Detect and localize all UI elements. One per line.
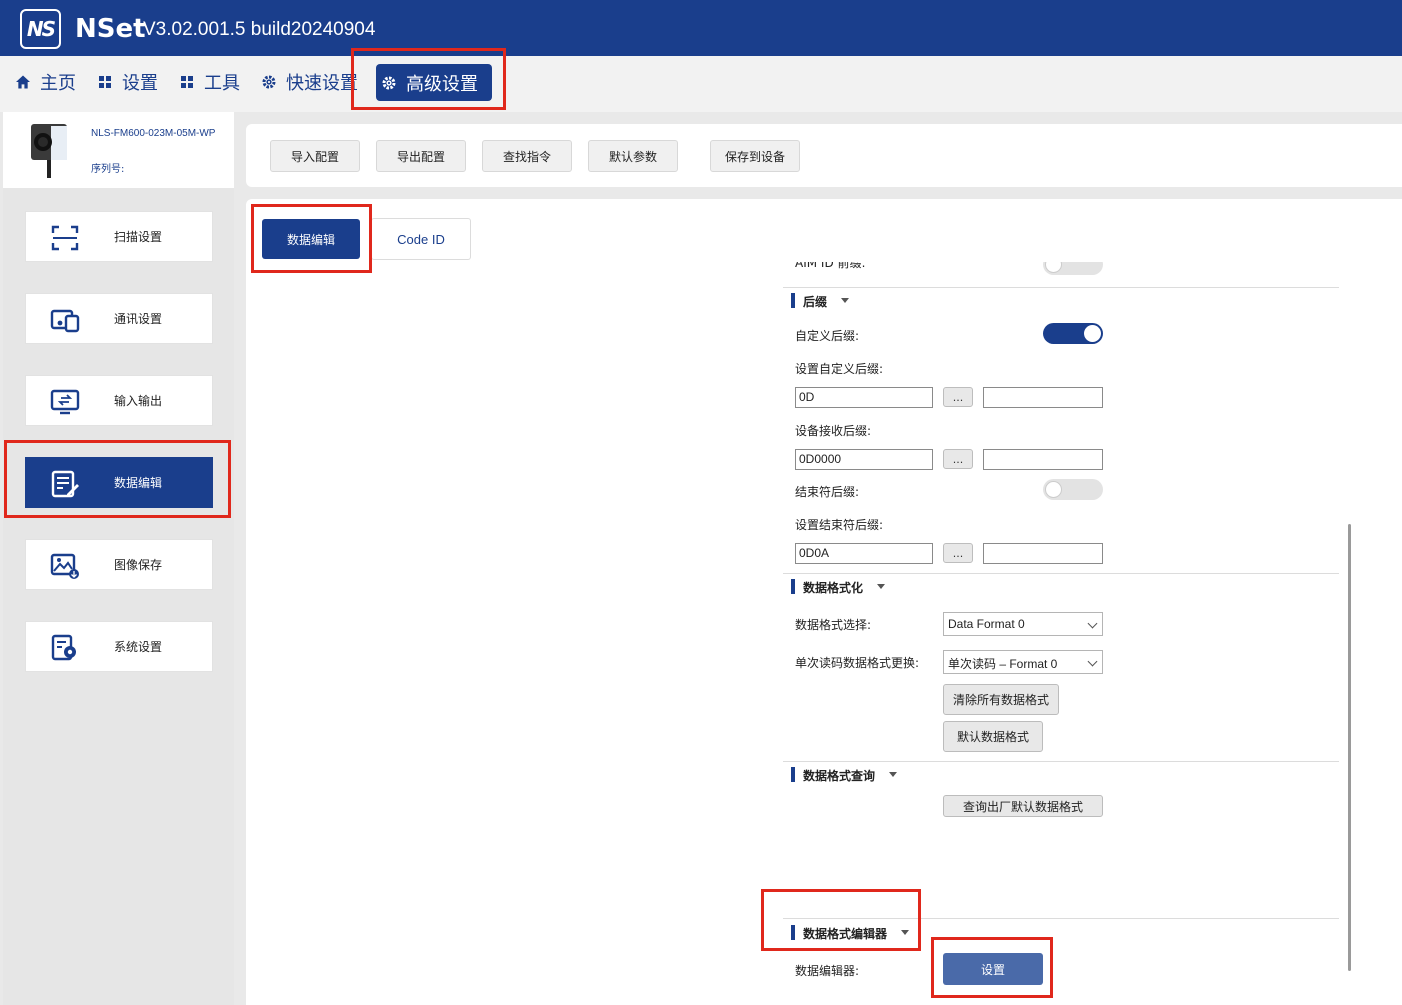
sidebar-item-label: 系统设置 <box>114 640 163 654</box>
editor-set-button[interactable]: 设置 <box>943 953 1043 985</box>
document-edit-icon <box>51 470 79 498</box>
menu-item-home[interactable]: 主页 <box>16 56 76 108</box>
menu-item-tools[interactable]: 工具 <box>180 56 240 108</box>
system-settings-icon <box>51 634 76 661</box>
sidebar-item-label: 输入输出 <box>114 394 163 408</box>
terminator-suffix-toggle[interactable] <box>1043 479 1103 500</box>
sidebar-item-label: 数据编辑 <box>114 476 163 490</box>
single-read-format-select[interactable]: 单次读码 – Format 0 <box>943 650 1103 674</box>
terminator-suffix-label: 结束符后缀: <box>795 485 860 499</box>
format-editor-section-title[interactable]: 数据格式编辑器 <box>803 925 887 942</box>
sidebar-item-label: 通讯设置 <box>114 312 163 326</box>
content-scrollbar[interactable] <box>1348 524 1351 971</box>
caret-down-icon[interactable] <box>889 772 897 777</box>
data-format-select-label: 数据格式选择: <box>795 618 872 632</box>
gear-icon <box>262 75 276 89</box>
section-divider <box>783 287 1339 288</box>
tab-data-edit[interactable]: 数据编辑 <box>262 219 360 259</box>
image-save-icon <box>50 553 79 579</box>
sidebar-item-communication-settings[interactable]: 通讯设置 <box>25 293 213 344</box>
suffix-section-title[interactable]: 后缀 <box>803 293 827 310</box>
import-config-button[interactable]: 导入配置 <box>270 140 360 172</box>
save-to-device-button[interactable]: 保存到设备 <box>710 140 800 172</box>
app-version: V3.02.001.5 build20240904 <box>143 19 376 40</box>
scan-frame-icon <box>51 225 79 251</box>
sidebar-item-system-settings[interactable]: 系统设置 <box>25 621 213 672</box>
data-editor-label: 数据编辑器: <box>795 964 860 978</box>
device-serial-label: 序列号: <box>91 164 125 175</box>
menu-item-settings[interactable]: 设置 <box>98 56 158 108</box>
title-bar: NS NSet V3.02.001.5 build20240904 <box>0 0 1402 56</box>
device-model: NLS-FM600-023M-05M-WP <box>91 128 216 139</box>
custom-suffix-text-field[interactable] <box>983 387 1103 408</box>
set-terminator-suffix-label: 设置结束符后缀: <box>795 518 884 532</box>
terminator-suffix-input[interactable]: 0D0A <box>795 543 933 564</box>
custom-suffix-toggle[interactable] <box>1043 323 1103 344</box>
device-recv-suffix-browse-button[interactable]: ... <box>943 449 973 469</box>
find-command-button[interactable]: 查找指令 <box>482 140 572 172</box>
data-format-section-title[interactable]: 数据格式化 <box>803 579 863 596</box>
gear-icon <box>382 76 396 90</box>
device-recv-suffix-input[interactable]: 0D0000 <box>795 449 933 470</box>
custom-suffix-label: 自定义后缀: <box>795 329 860 343</box>
data-format-select[interactable]: Data Format 0 <box>943 612 1103 636</box>
grid-icon <box>180 75 194 89</box>
device-info: NLS-FM600-023M-05M-WP 序列号: <box>3 112 234 188</box>
single-read-format-value: 单次读码 – Format 0 <box>948 657 1058 671</box>
section-marker <box>791 293 795 308</box>
menu-item-advanced-settings[interactable]: 高级设置 <box>376 64 492 101</box>
section-divider <box>783 573 1339 574</box>
set-custom-suffix-label: 设置自定义后缀: <box>795 362 884 376</box>
section-marker <box>791 925 795 940</box>
menu-label-settings: 设置 <box>122 73 158 94</box>
device-recv-suffix-label: 设备接收后缀: <box>795 424 872 438</box>
terminator-suffix-browse-button[interactable]: ... <box>943 543 973 563</box>
aim-id-prefix-toggle-partial[interactable] <box>1043 262 1103 275</box>
sidebar-item-scan-settings[interactable]: 扫描设置 <box>25 211 213 262</box>
menu-bar: 主页 设置 工具 快速设置 高级设置 <box>0 56 1402 112</box>
custom-suffix-browse-button[interactable]: ... <box>943 387 973 407</box>
communication-icon <box>50 309 80 333</box>
aim-id-prefix-label-partial: AIM ID 前缀: <box>795 262 866 270</box>
chevron-down-icon <box>1087 656 1098 667</box>
config-toolbar: 导入配置 导出配置 查找指令 默认参数 保存到设备 <box>246 124 1402 187</box>
sidebar-item-data-edit[interactable]: 数据编辑 <box>25 457 213 508</box>
sidebar-item-input-output[interactable]: 输入输出 <box>25 375 213 426</box>
menu-item-quick-settings[interactable]: 快速设置 <box>262 56 358 108</box>
terminator-suffix-text-field[interactable] <box>983 543 1103 564</box>
section-divider <box>783 918 1339 919</box>
clear-all-formats-button[interactable]: 清除所有数据格式 <box>943 684 1059 715</box>
caret-down-icon[interactable] <box>841 298 849 303</box>
monitor-io-icon <box>50 389 80 415</box>
caret-down-icon[interactable] <box>877 584 885 589</box>
default-params-button[interactable]: 默认参数 <box>588 140 678 172</box>
section-marker <box>791 579 795 594</box>
export-config-button[interactable]: 导出配置 <box>376 140 466 172</box>
caret-down-icon[interactable] <box>901 930 909 935</box>
custom-suffix-input[interactable]: 0D <box>795 387 933 408</box>
menu-label-quick-settings: 快速设置 <box>286 73 358 94</box>
default-format-button[interactable]: 默认数据格式 <box>943 721 1043 752</box>
camera-device-icon <box>31 124 67 178</box>
section-marker <box>791 767 795 782</box>
chevron-down-icon <box>1087 618 1098 629</box>
grid-icon <box>98 75 112 89</box>
home-icon <box>16 75 30 89</box>
section-divider <box>783 761 1339 762</box>
sidebar-item-image-save[interactable]: 图像保存 <box>25 539 213 590</box>
data-format-select-value: Data Format 0 <box>948 617 1025 631</box>
device-recv-suffix-text-field[interactable] <box>983 449 1103 470</box>
menu-label-home: 主页 <box>40 73 76 94</box>
format-query-section-title[interactable]: 数据格式查询 <box>803 767 875 784</box>
menu-label-advanced-settings: 高级设置 <box>406 73 478 95</box>
content-panel <box>246 199 1402 1005</box>
query-factory-format-button[interactable]: 查询出厂默认数据格式 <box>943 795 1103 817</box>
app-name: NSet <box>75 14 146 44</box>
sidebar-item-label: 扫描设置 <box>114 230 163 244</box>
tab-code-id[interactable]: Code ID <box>371 218 471 260</box>
menu-label-tools: 工具 <box>204 73 240 94</box>
single-read-format-label: 单次读码数据格式更换: <box>795 656 920 670</box>
sidebar-item-label: 图像保存 <box>114 558 163 572</box>
app-logo: NS <box>20 9 61 49</box>
